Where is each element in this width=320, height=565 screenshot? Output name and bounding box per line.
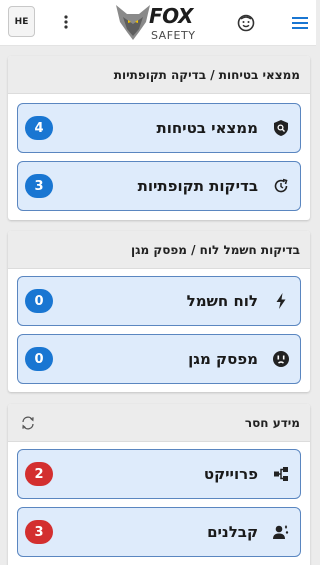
lightning-icon	[272, 292, 290, 310]
circuit-breaker-item[interactable]: מפסק מגן 0	[17, 334, 301, 384]
contractors-item[interactable]: קבלנים 3	[17, 507, 301, 557]
count-badge: 0	[25, 289, 53, 313]
item-label: מפסק מגן	[188, 350, 258, 368]
language-button[interactable]: HE	[8, 6, 35, 37]
safety-findings-section: ממצאי בטיחות / בדיקה תקופתיות ממצאי בטיח…	[8, 56, 310, 220]
item-label: ממצאי בטיחות	[156, 119, 258, 137]
count-badge: 3	[25, 174, 53, 198]
power-outlet-icon	[272, 350, 290, 368]
more-options-icon[interactable]	[58, 12, 74, 32]
missing-info-section: מידע חסר פרוייקט 2 קבלנים 3	[8, 404, 310, 565]
hamburger-menu-icon[interactable]	[290, 14, 310, 32]
refresh-icon[interactable]	[20, 415, 36, 431]
count-badge: 3	[25, 520, 53, 544]
item-label: קבלנים	[207, 523, 258, 541]
refresh-clock-icon	[272, 177, 290, 195]
project-item[interactable]: פרוייקט 2	[17, 449, 301, 499]
item-label: בדיקות תקופתיות	[137, 177, 258, 195]
section-title: בדיקות חשמל לוח / מפסק מגן	[8, 231, 310, 269]
fox-head-icon	[116, 5, 150, 40]
shield-icon	[272, 119, 290, 137]
logo-sub-text: SAFETY	[151, 29, 196, 42]
section-title: ממצאי בטיחות / בדיקה תקופתיות	[8, 56, 310, 94]
contractor-icon	[272, 523, 290, 541]
electrical-panel-item[interactable]: לוח חשמל 0	[17, 276, 301, 326]
top-app-bar: HE FOX SAFETY	[0, 0, 316, 46]
count-badge: 2	[25, 462, 53, 486]
hierarchy-icon	[272, 465, 290, 483]
item-label: לוח חשמל	[186, 292, 258, 310]
logo-main-text: FOX	[149, 4, 193, 28]
count-badge: 0	[25, 347, 53, 371]
company-logo: FOX SAFETY	[113, 2, 203, 44]
section-title: מידע חסר	[8, 404, 310, 442]
item-label: פרוייקט	[203, 465, 258, 483]
smiley-face-icon[interactable]	[237, 14, 255, 32]
electrical-checks-section: בדיקות חשמל לוח / מפסק מגן לוח חשמל 0 מפ…	[8, 231, 310, 392]
safety-findings-item[interactable]: ממצאי בטיחות 4	[17, 103, 301, 153]
periodic-checks-item[interactable]: בדיקות תקופתיות 3	[17, 161, 301, 211]
count-badge: 4	[25, 116, 53, 140]
